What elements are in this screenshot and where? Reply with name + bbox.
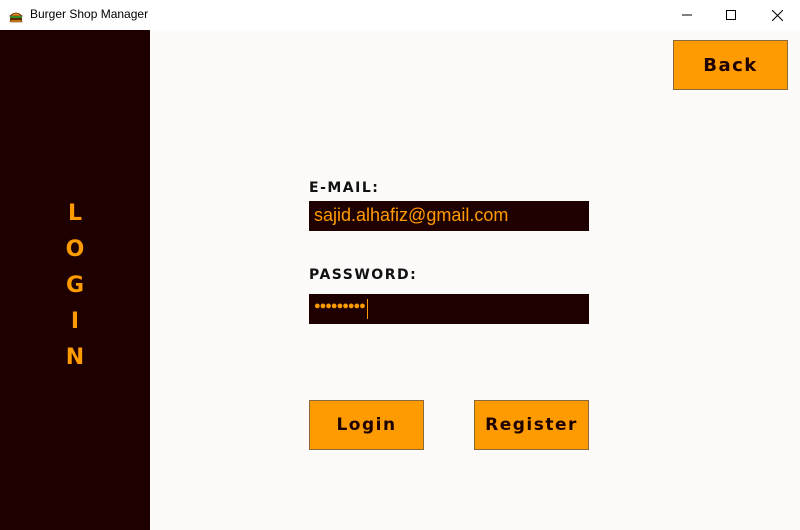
sidebar-letter: O <box>65 237 85 262</box>
title-bar: Burger Shop Manager <box>0 0 800 30</box>
minimize-icon <box>682 14 692 16</box>
password-value: ●●●●●●●●● <box>314 300 366 312</box>
close-icon <box>771 9 783 21</box>
sidebar-letter: I <box>70 309 80 334</box>
sidebar-letter: G <box>65 273 85 298</box>
email-value: sajid.alhafiz@gmail.com <box>314 205 509 225</box>
login-button[interactable]: Login <box>309 400 424 450</box>
password-field[interactable]: ●●●●●●●●● <box>309 294 589 324</box>
sidebar: L O G I N <box>0 30 150 530</box>
maximize-button[interactable] <box>708 0 754 30</box>
window-title: Burger Shop Manager <box>30 7 149 21</box>
login-form-panel: Back E-MAIL: sajid.alhafiz@gmail.com PAS… <box>150 30 800 530</box>
minimize-button[interactable] <box>664 0 710 30</box>
sidebar-letter: L <box>67 201 83 226</box>
burger-icon <box>9 8 23 23</box>
email-label: E-MAIL: <box>309 180 380 196</box>
close-button[interactable] <box>754 0 800 30</box>
register-button[interactable]: Register <box>474 400 589 450</box>
text-caret <box>367 299 368 319</box>
email-field[interactable]: sajid.alhafiz@gmail.com <box>309 201 589 231</box>
maximize-icon <box>726 10 736 20</box>
sidebar-login-label: L O G I N <box>0 196 150 376</box>
back-button[interactable]: Back <box>673 40 788 90</box>
sidebar-letter: N <box>65 345 85 370</box>
password-label: PASSWORD: <box>309 267 418 283</box>
